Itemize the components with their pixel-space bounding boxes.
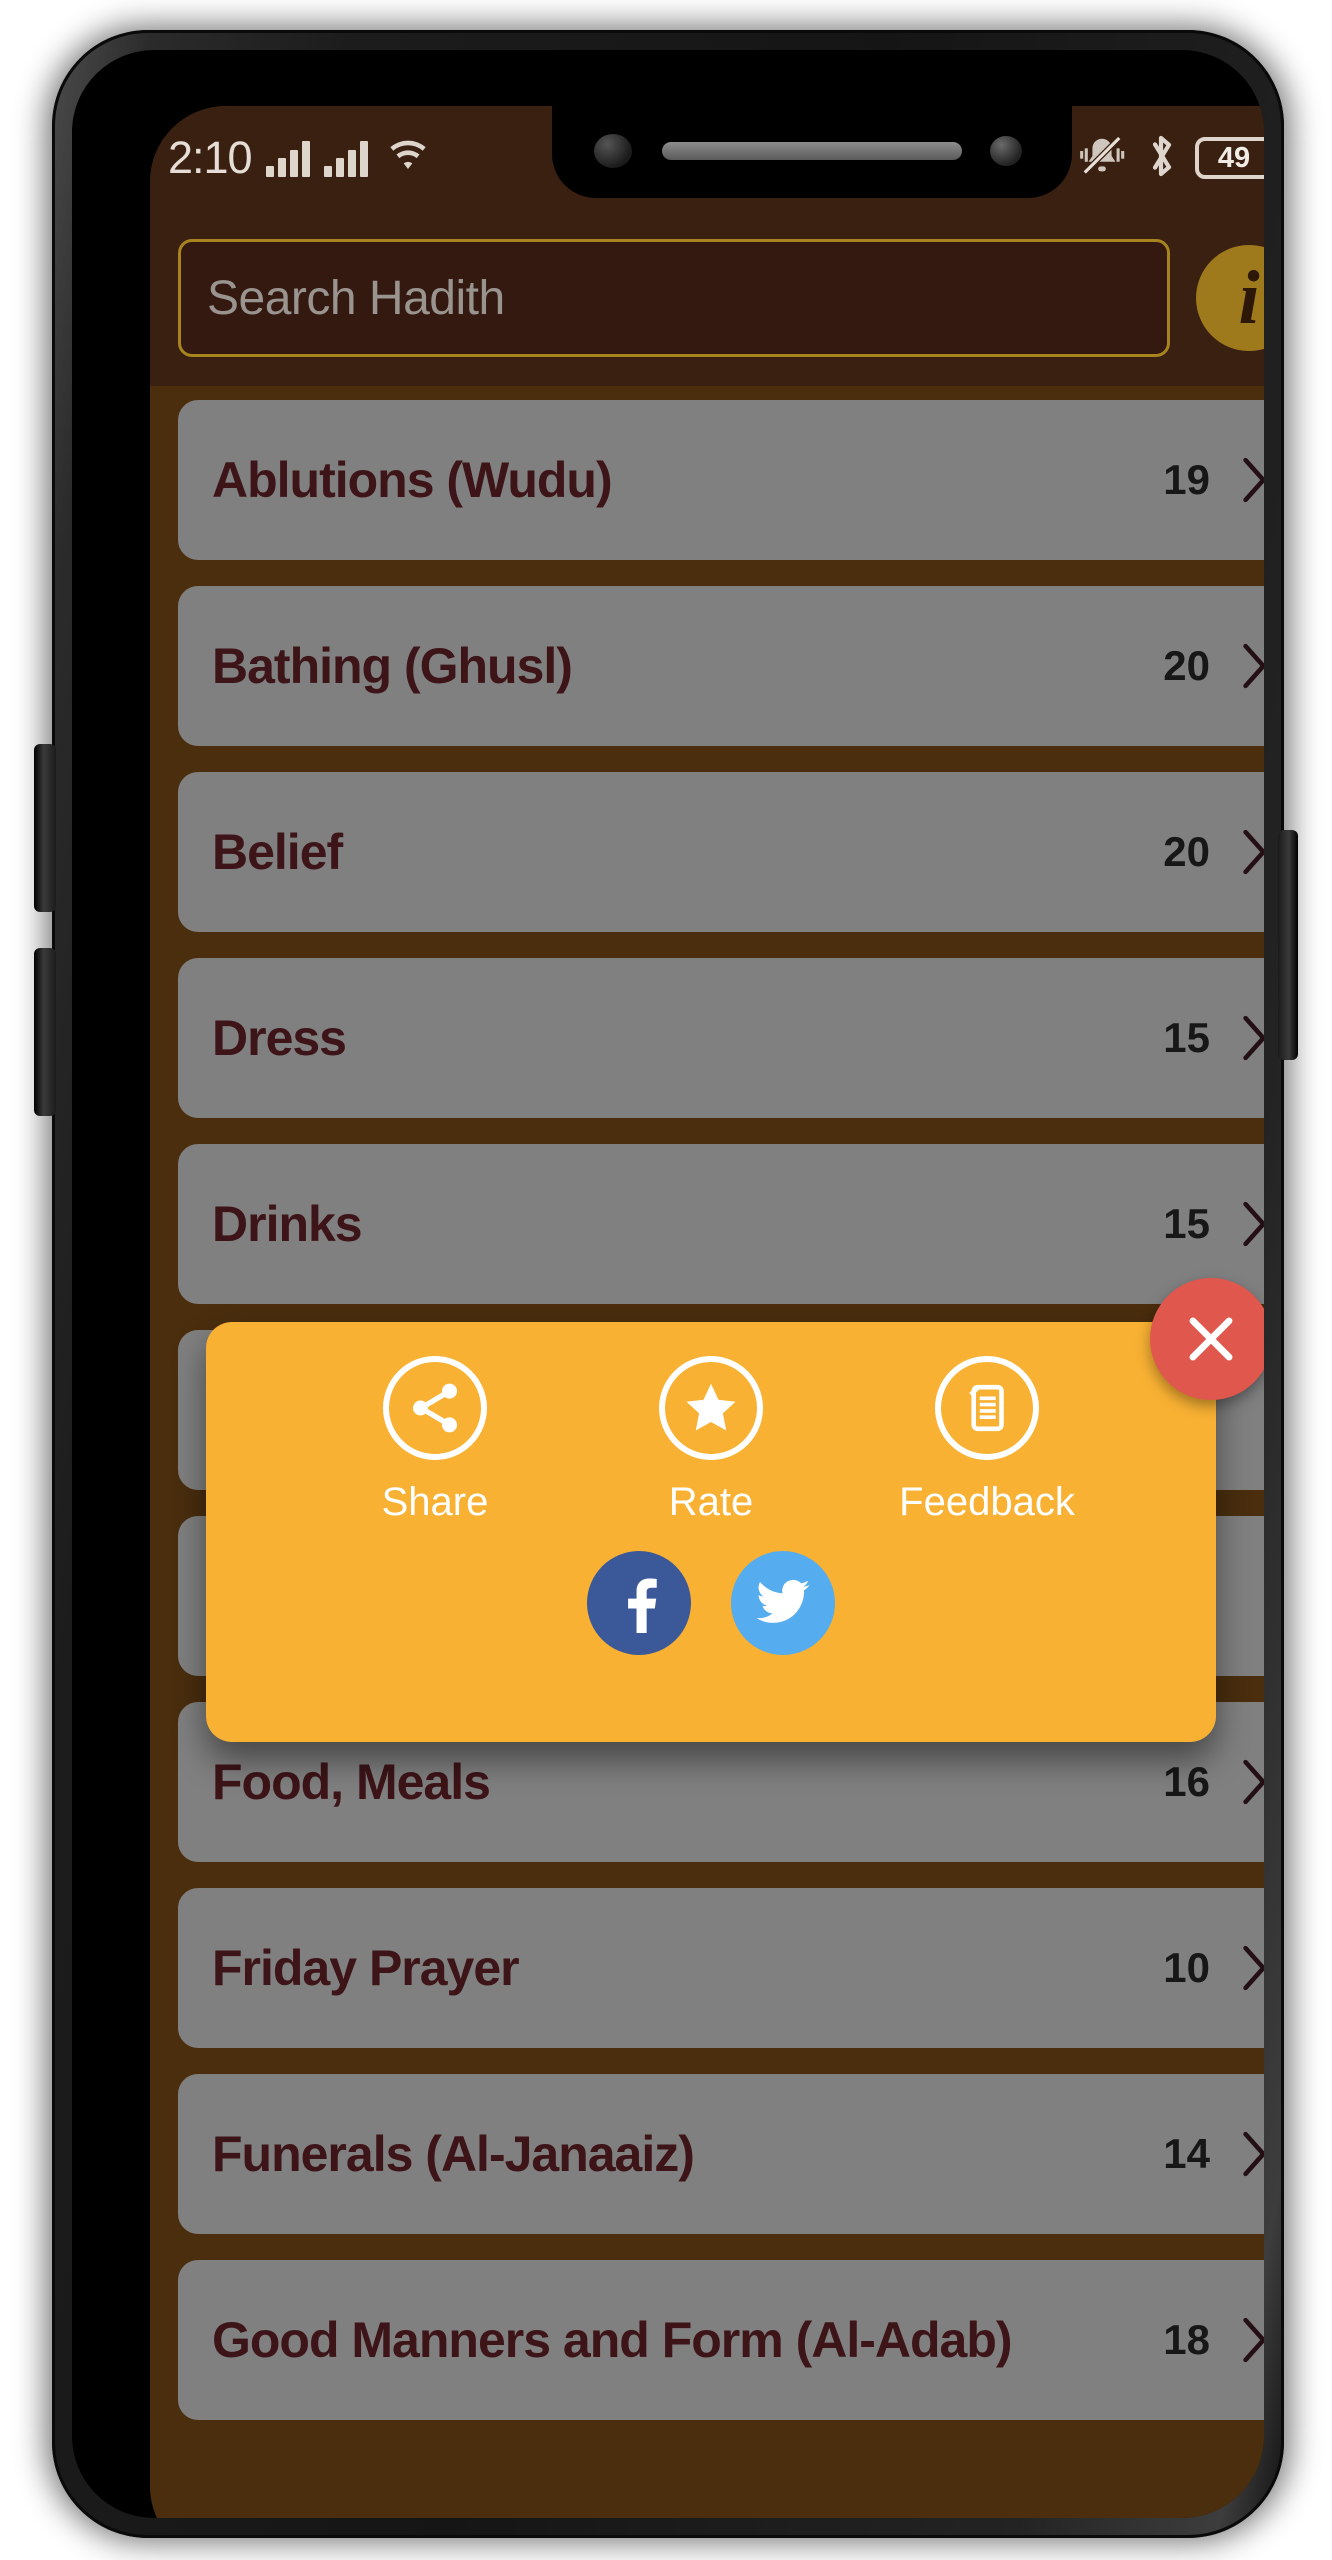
list-item-count: 19: [1163, 456, 1210, 503]
list-item-count: 20: [1163, 642, 1210, 689]
facebook-icon: [628, 1578, 657, 1633]
list-item-meta: 16: [1163, 1758, 1264, 1806]
share-icon: [383, 1356, 487, 1460]
list-item[interactable]: Dress 15: [178, 958, 1264, 1118]
list-item-label: Ablutions (Wudu): [212, 452, 613, 508]
rate-action[interactable]: Rate: [616, 1356, 806, 1525]
close-button[interactable]: [1150, 1278, 1264, 1400]
share-dialog: Share Rate Feedback: [206, 1322, 1216, 1742]
list-item-count: 20: [1163, 828, 1210, 875]
chevron-right-icon: [1243, 457, 1264, 503]
bluetooth-icon: [1145, 132, 1177, 185]
social-row: [206, 1551, 1216, 1655]
list-item-label: Bathing (Ghusl): [212, 638, 573, 694]
list-item-label: Funerals (Al-Janaaiz): [212, 2126, 695, 2182]
list-item-meta: 20: [1163, 642, 1264, 690]
list-item-count: 10: [1163, 1944, 1210, 1991]
feedback-label: Feedback: [899, 1480, 1075, 1524]
list-item-meta: 19: [1163, 456, 1264, 504]
list-item-label: Food, Meals: [212, 1754, 491, 1810]
app-header: Search Hadith i: [150, 210, 1264, 386]
chevron-right-icon: [1243, 829, 1264, 875]
signal-bars-icon: [265, 139, 310, 177]
power-button[interactable]: [1278, 830, 1298, 1060]
share-label: Share: [381, 1480, 489, 1524]
list-item-count: 16: [1163, 1758, 1210, 1805]
list-item-label: Friday Prayer: [212, 1940, 520, 1996]
list-item-label: Belief: [212, 824, 343, 880]
list-item[interactable]: Good Manners and Form (Al-Adab) 18: [178, 2260, 1264, 2420]
chevron-right-icon: [1243, 643, 1264, 689]
twitter-button[interactable]: [731, 1551, 835, 1655]
wifi-icon: [386, 138, 430, 179]
volume-down-button[interactable]: [34, 948, 56, 1116]
star-icon: [659, 1356, 763, 1460]
list-item-count: 14: [1163, 2130, 1210, 2177]
rate-label: Rate: [668, 1480, 754, 1524]
list-item[interactable]: Funerals (Al-Janaaiz) 14: [178, 2074, 1264, 2234]
chevron-right-icon: [1243, 1945, 1264, 1991]
list-item-count: 15: [1163, 1014, 1210, 1061]
dialog-action-row: Share Rate Feedback: [206, 1322, 1216, 1525]
status-time: 2:10: [168, 132, 253, 183]
feedback-action[interactable]: Feedback: [892, 1356, 1082, 1525]
list-item-label: Good Manners and Form (Al-Adab): [212, 2312, 1013, 2368]
display-notch: [552, 106, 1072, 198]
list-item-meta: 14: [1163, 2130, 1264, 2178]
search-input[interactable]: Search Hadith: [178, 239, 1170, 357]
list-item-meta: 15: [1163, 1014, 1264, 1062]
list-item-count: 15: [1163, 1200, 1210, 1247]
earpiece-speaker: [662, 142, 962, 160]
phone-screen: 2:10 49 Search Hadith i Ablutions (Wudu)…: [150, 106, 1264, 2518]
list-item[interactable]: Belief 20: [178, 772, 1264, 932]
list-item-meta: 20: [1163, 828, 1264, 876]
chevron-right-icon: [1243, 2131, 1264, 2177]
close-icon: [1189, 1317, 1233, 1361]
mute-bell-icon: [1077, 133, 1127, 184]
document-icon: [935, 1356, 1039, 1460]
list-item[interactable]: Friday Prayer 10: [178, 1888, 1264, 2048]
info-button[interactable]: i: [1196, 245, 1264, 351]
list-item[interactable]: Drinks 15: [178, 1144, 1264, 1304]
battery-percent: 49: [1217, 141, 1251, 174]
chevron-right-icon: [1243, 1201, 1264, 1247]
list-item-meta: 18: [1163, 2316, 1264, 2364]
status-bar-left: 2:10: [168, 132, 430, 184]
signal-bars-icon-2: [323, 139, 368, 177]
battery-icon: 49: [1195, 137, 1264, 179]
sensor-icon: [990, 136, 1022, 166]
volume-up-button[interactable]: [34, 744, 56, 912]
chevron-right-icon: [1243, 1015, 1264, 1061]
list-item-label: Drinks: [212, 1196, 363, 1252]
front-camera-icon: [594, 134, 632, 168]
list-item-meta: 10: [1163, 1944, 1264, 1992]
chevron-right-icon: [1243, 1759, 1264, 1805]
chevron-right-icon: [1243, 2317, 1264, 2363]
facebook-button[interactable]: [587, 1551, 691, 1655]
list-item-label: Dress: [212, 1010, 347, 1066]
status-bar-right: 49 ›: [1077, 132, 1264, 185]
phone-bezel: 2:10 49 Search Hadith i Ablutions (Wudu)…: [72, 50, 1264, 2518]
list-item[interactable]: Bathing (Ghusl) 20: [178, 586, 1264, 746]
list-item-meta: 15: [1163, 1200, 1264, 1248]
screenshot-root: 2:10 49 Search Hadith i Ablutions (Wudu)…: [0, 0, 1332, 2560]
list-item-count: 18: [1163, 2316, 1210, 2363]
list-item[interactable]: Ablutions (Wudu) 19: [178, 400, 1264, 560]
info-icon: i: [1238, 255, 1260, 340]
share-action[interactable]: Share: [340, 1356, 530, 1525]
twitter-icon: [756, 1579, 810, 1623]
search-placeholder: Search Hadith: [207, 271, 505, 325]
